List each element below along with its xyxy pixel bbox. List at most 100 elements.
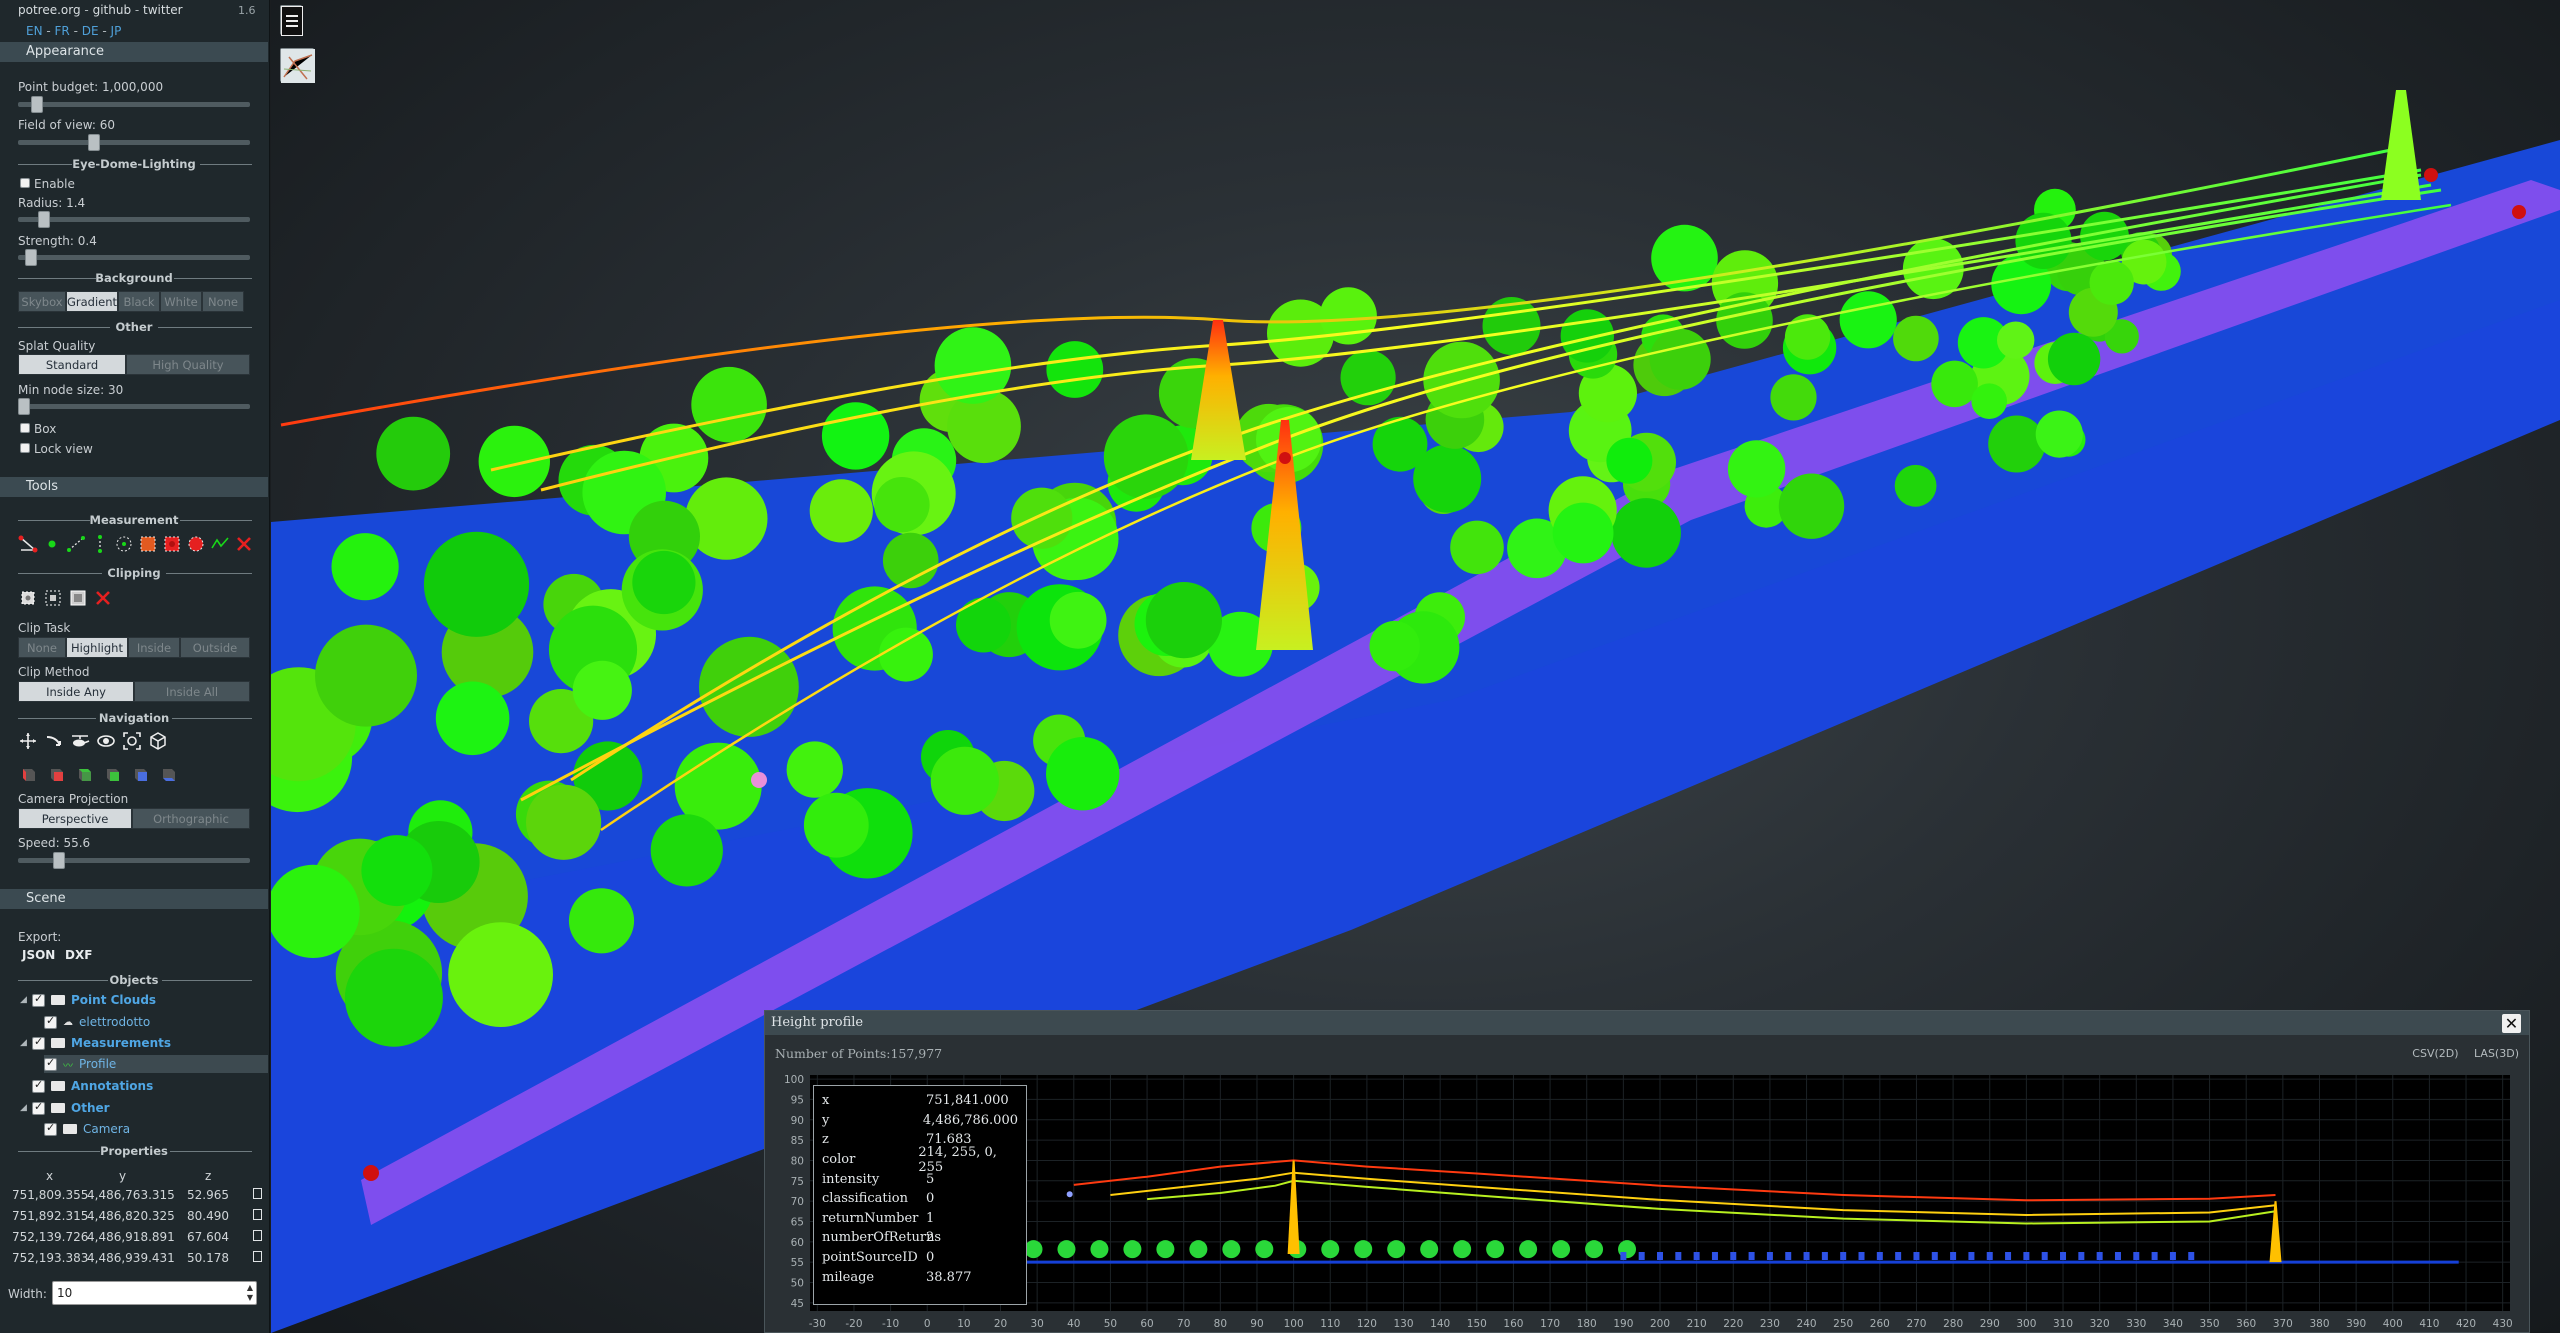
map-toggle-button[interactable] [280, 48, 315, 83]
lang-de[interactable]: DE [82, 24, 99, 38]
clip-screen-box-icon[interactable] [68, 588, 88, 608]
option-button-inside[interactable]: Inside [128, 637, 180, 658]
profile-marker[interactable] [363, 1165, 379, 1181]
copy-icon[interactable] [253, 1208, 265, 1223]
lang-en[interactable]: EN [26, 24, 43, 38]
profile-marker[interactable] [2424, 168, 2438, 182]
scene-header[interactable]: Scene [0, 889, 268, 909]
option-button-orthographic[interactable]: Orthographic [132, 808, 250, 829]
top-view-icon[interactable] [74, 764, 94, 784]
lang-fr[interactable]: FR [55, 24, 70, 38]
option-button-inside-all[interactable]: Inside All [134, 681, 250, 702]
slider-thumb[interactable] [24, 249, 37, 266]
option-button-skybox[interactable]: Skybox [18, 291, 66, 312]
export-las-button[interactable]: LAS(3D) [2474, 1047, 2519, 1060]
link-twitter[interactable]: twitter [143, 3, 183, 17]
earth-controls-icon[interactable] [18, 731, 38, 751]
tree-item-other[interactable]: ◢ Other [20, 1099, 110, 1117]
expand-triangle-icon[interactable]: ◢ [20, 1103, 32, 1113]
bottom-view-icon[interactable] [158, 764, 178, 784]
option-button-perspective[interactable]: Perspective [18, 808, 132, 829]
close-icon[interactable]: ✕ [2502, 1014, 2521, 1033]
edl-enable-checkbox[interactable] [20, 178, 30, 188]
volume-icon[interactable] [162, 534, 182, 554]
tree-checkbox[interactable] [44, 1014, 57, 1029]
edl-strength-slider[interactable] [18, 249, 250, 266]
slider-thumb[interactable] [88, 134, 101, 151]
export-csv-button[interactable]: CSV(2D) [2412, 1047, 2458, 1060]
slider-thumb[interactable] [31, 96, 44, 113]
edl-radius-slider[interactable] [18, 211, 250, 228]
profile-marker[interactable] [2512, 205, 2526, 219]
width-input[interactable]: 10 ▲ ▼ [52, 1281, 257, 1305]
link-github[interactable]: github [93, 3, 131, 17]
slider-thumb[interactable] [18, 398, 30, 415]
height-icon[interactable] [90, 534, 110, 554]
speed-slider[interactable] [18, 852, 250, 869]
left-view-icon[interactable] [18, 764, 38, 784]
option-button-high-quality[interactable]: High Quality [126, 354, 250, 375]
option-button-highlight[interactable]: Highlight [66, 637, 128, 658]
copy-icon[interactable] [253, 1229, 265, 1244]
tree-item-profile[interactable]: 〰 Profile [44, 1055, 268, 1073]
option-button-none[interactable]: None [18, 637, 66, 658]
option-button-gradient[interactable]: Gradient [66, 291, 118, 312]
spinner-icon[interactable]: ▲ ▼ [247, 1283, 253, 1303]
appearance-header[interactable]: Appearance [0, 42, 268, 62]
tree-item-camera[interactable]: Camera [44, 1120, 130, 1138]
tree-checkbox[interactable] [32, 1100, 45, 1115]
option-button-none[interactable]: None [202, 291, 244, 312]
profile-icon[interactable] [210, 534, 230, 554]
option-button-white[interactable]: White [160, 291, 202, 312]
lang-jp[interactable]: JP [111, 24, 122, 38]
option-button-black[interactable]: Black [118, 291, 160, 312]
export-dxf-button[interactable]: DXF [65, 948, 92, 962]
export-json-button[interactable]: JSON [22, 948, 55, 962]
lock-view-checkbox[interactable] [20, 443, 30, 453]
profile-chart[interactable]: -30 -20 -10 0 10 20 30 40 50 60 70 80 90 100 110 120 130… [775, 1075, 2520, 1333]
tree-item-annotations[interactable]: Annotations [32, 1077, 153, 1095]
tree-checkbox[interactable] [32, 992, 45, 1007]
expand-triangle-icon[interactable]: ◢ [20, 995, 32, 1005]
height-profile-title[interactable]: Height profile [765, 1011, 2529, 1035]
circle-icon[interactable] [114, 534, 134, 554]
point-budget-slider[interactable] [18, 96, 250, 113]
fly-controls-icon[interactable] [44, 731, 64, 751]
point-icon[interactable] [42, 534, 62, 554]
copy-icon[interactable] [253, 1250, 265, 1265]
min-node-slider[interactable] [18, 398, 250, 415]
option-button-outside[interactable]: Outside [180, 637, 250, 658]
expand-triangle-icon[interactable]: ◢ [20, 1038, 32, 1048]
copy-icon[interactable] [253, 1187, 265, 1202]
distance-icon[interactable] [66, 534, 86, 554]
remove-icon[interactable] [234, 534, 254, 554]
tree-checkbox[interactable] [32, 1035, 45, 1050]
clip-volume-icon[interactable] [18, 588, 38, 608]
link-potree[interactable]: potree.org [18, 3, 81, 17]
angle-icon[interactable] [18, 534, 38, 554]
sphere-volume-icon[interactable] [186, 534, 206, 554]
back-view-icon[interactable] [102, 764, 122, 784]
clip-polygon-icon[interactable] [43, 588, 63, 608]
tree-item-elettrodotto[interactable]: ☁ elettrodotto [44, 1013, 150, 1031]
remove-clip-icon[interactable] [93, 588, 113, 608]
tree-checkbox[interactable] [32, 1078, 45, 1093]
focus-icon[interactable] [122, 731, 142, 751]
slider-thumb[interactable] [53, 852, 66, 869]
helicopter-controls-icon[interactable] [70, 731, 90, 751]
slider-thumb[interactable] [37, 211, 50, 228]
area-icon[interactable] [138, 534, 158, 554]
tree-checkbox[interactable] [44, 1056, 57, 1071]
box-checkbox[interactable] [20, 423, 30, 433]
tools-header[interactable]: Tools [0, 477, 268, 497]
tree-item-measurements[interactable]: ◢ Measurements [20, 1034, 171, 1052]
tree-checkbox[interactable] [44, 1121, 57, 1136]
fov-slider[interactable] [18, 134, 250, 151]
right-view-icon[interactable] [130, 764, 150, 784]
menu-toggle-button[interactable] [280, 5, 303, 36]
navigation-cube-icon[interactable] [148, 731, 168, 751]
tree-item-point-clouds[interactable]: ◢ Point Clouds [20, 991, 156, 1009]
orbit-controls-icon[interactable] [96, 731, 116, 751]
profile-marker[interactable] [1279, 452, 1291, 464]
option-button-standard[interactable]: Standard [18, 354, 126, 375]
